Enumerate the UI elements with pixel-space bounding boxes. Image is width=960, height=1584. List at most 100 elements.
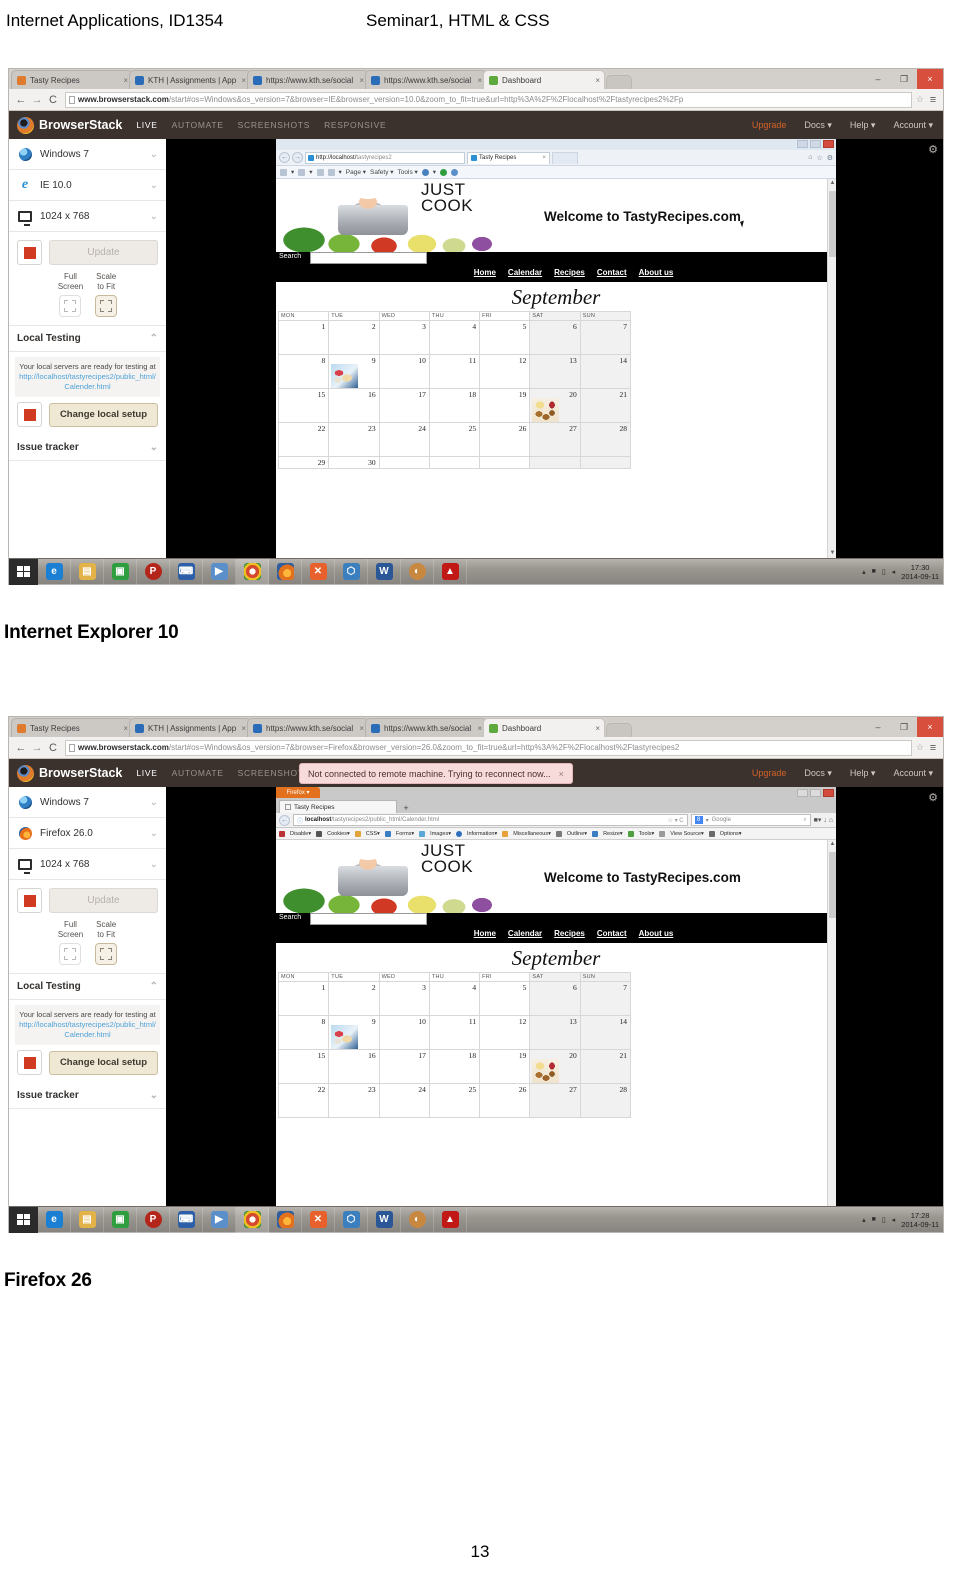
calendar-day[interactable]: 13 [529, 1015, 581, 1050]
calendar-day[interactable]: 27 [529, 422, 581, 457]
calendar-day[interactable]: 17 [378, 1049, 430, 1084]
devbar-images[interactable]: Images▾ [430, 831, 451, 837]
account-menu[interactable]: Account ▾ [893, 768, 933, 779]
devbar-css[interactable]: CSS▾ [366, 831, 380, 837]
nav-link-calendar[interactable]: Calendar [508, 929, 542, 938]
calendar-day-with-recipe[interactable]: 20 [529, 388, 581, 423]
taskbar-item-media-player[interactable]: ▶ [203, 558, 236, 585]
taskbar-item-remote-desktop[interactable]: ⌨ [170, 558, 203, 585]
tab-close-icon[interactable]: × [477, 76, 482, 85]
calendar-day[interactable]: 23 [328, 422, 380, 457]
scale-to-fit-control[interactable]: Scale to Fit [95, 272, 118, 317]
ie-safety-menu[interactable]: Safety ▾ [370, 168, 394, 176]
calendar-day[interactable]: 1 [277, 320, 330, 355]
nav-link-recipes[interactable]: Recipes [554, 929, 585, 938]
volume-icon[interactable]: ◂ [892, 1216, 896, 1224]
help-menu[interactable]: Help ▾ [850, 768, 876, 779]
sidebar-browser-selector[interactable]: Firefox 26.0 ⌄ [9, 818, 166, 849]
calendar-day[interactable]: 8 [277, 354, 330, 389]
devbar-disable[interactable]: Disable▾ [290, 831, 311, 837]
devbar-view-source[interactable]: View Source▾ [670, 831, 704, 837]
calendar-day[interactable]: 10 [378, 354, 430, 389]
calendar-day[interactable]: 19 [479, 1049, 531, 1084]
docs-menu[interactable]: Docs ▾ [804, 768, 832, 779]
calendar-day[interactable]: 8 [277, 1015, 330, 1050]
calendar-day[interactable]: 18 [428, 388, 481, 423]
toast-close-icon[interactable]: × [559, 769, 564, 779]
address-bar[interactable]: www.browserstack.com/start#os=Windows&os… [65, 739, 912, 756]
local-testing-section-header[interactable]: Local Testing ⌃ [9, 326, 166, 352]
ie-settings-gear-icon[interactable]: ⚙ [827, 154, 833, 162]
calendar-day[interactable]: 14 [579, 1015, 632, 1050]
remote-screen-firefox[interactable]: Firefox ▾ Tasty Recipes + ← ⓘ localhost … [276, 787, 836, 1206]
calendar-day[interactable]: 7 [579, 981, 632, 1016]
calendar-day-with-recipe[interactable]: 9 [328, 354, 380, 389]
devbar-resize[interactable]: Resize▾ [603, 831, 623, 837]
taskbar-item-internet-explorer[interactable]: e [38, 558, 71, 585]
sidebar-resolution-selector[interactable]: 1024 x 768 ⌄ [9, 201, 166, 232]
local-server-link[interactable]: http://localhost/tastyrecipes2/public_ht… [19, 372, 156, 391]
nav-link-home[interactable]: Home [474, 268, 496, 277]
taskbar-item-powerpoint[interactable]: P [137, 1206, 170, 1233]
stop-local-button[interactable] [17, 402, 42, 428]
bookmarks-sidebar-icon[interactable]: ■▾ [814, 817, 822, 824]
upgrade-link[interactable]: Upgrade [752, 768, 787, 778]
devbar-tools[interactable]: Tools▾ [639, 831, 655, 837]
local-server-link[interactable]: http://localhost/tastyrecipes2/public_ht… [19, 1020, 156, 1039]
calendar-day[interactable]: 22 [277, 1083, 330, 1118]
reload-button[interactable]: C [45, 742, 61, 754]
taskbar-item-paint[interactable]: ◐ [401, 1206, 434, 1233]
browser-tab[interactable]: https://www.kth.se/social × [365, 70, 487, 89]
taskbar-item-firefox[interactable] [269, 1206, 302, 1233]
home-icon[interactable]: ⌂ [829, 817, 833, 824]
browser-tab-active[interactable]: Dashboard × [483, 718, 605, 737]
taskbar-item-word[interactable]: W [368, 558, 401, 585]
network-icon[interactable]: ■ [872, 568, 876, 575]
scroll-down-icon[interactable]: ▼ [828, 549, 836, 558]
taskbar-item-remote-desktop[interactable]: ⌨ [170, 1206, 203, 1233]
ie-new-tab-button[interactable] [551, 151, 578, 164]
ie-readmail-icon[interactable] [298, 168, 306, 176]
sidebar-os-selector[interactable]: Windows 7 ⌄ [9, 787, 166, 818]
ie-page-menu[interactable]: Page ▾ [346, 168, 366, 176]
ie-tab-close-icon[interactable]: × [542, 155, 546, 161]
devbar-cookies[interactable]: Cookies▾ [327, 831, 350, 837]
firefox-maximize-button[interactable] [810, 789, 821, 797]
taskbar-item-xampp[interactable]: ✕ [302, 1206, 335, 1233]
scale-to-fit-button[interactable] [95, 943, 118, 965]
change-local-setup-button[interactable]: Change local setup [49, 402, 158, 427]
devbar-outline[interactable]: Outline▾ [567, 831, 587, 837]
firefox-back-icon[interactable]: ← [279, 814, 290, 826]
taskbar-item-virtualbox[interactable]: ⬡ [335, 1206, 368, 1233]
search-input[interactable] [310, 913, 427, 925]
firefox-close-button[interactable] [823, 789, 834, 797]
firefox-new-tab-button[interactable]: + [397, 803, 415, 813]
nav-link-about[interactable]: About us [639, 929, 674, 938]
taskbar-item-file-explorer[interactable]: ▤ [71, 1206, 104, 1233]
volume-icon[interactable]: ◂ [892, 568, 896, 576]
calendar-day[interactable]: 14 [579, 354, 632, 389]
devbar-miscellaneous[interactable]: Miscellaneous▾ [513, 831, 551, 837]
sidebar-resolution-selector[interactable]: 1024 x 768 ⌄ [9, 849, 166, 880]
ie-maximize-button[interactable] [810, 140, 821, 148]
stop-session-button[interactable] [17, 240, 42, 265]
full-screen-control[interactable]: Full Screen [58, 272, 83, 317]
tray-expand-icon[interactable]: ▴ [862, 568, 866, 576]
favorites-star-icon[interactable]: ☆ [816, 154, 822, 162]
calendar-day-with-recipe[interactable]: 9 [328, 1015, 380, 1050]
tab-close-icon[interactable]: × [477, 724, 482, 733]
calendar-day-with-recipe[interactable]: 20 [529, 1049, 581, 1084]
ie-addon1-icon[interactable] [440, 168, 448, 176]
tray-expand-icon[interactable]: ▴ [862, 1216, 866, 1224]
calendar-day[interactable]: 21 [579, 1049, 632, 1084]
calendar-day[interactable]: 28 [579, 422, 632, 457]
scrollbar-thumb[interactable] [829, 191, 836, 257]
calendar-day[interactable] [579, 456, 632, 469]
calendar-day[interactable]: 15 [277, 388, 330, 423]
taskbar-clock[interactable]: 17:30 2014-09-11 [901, 563, 939, 581]
calendar-day[interactable]: 18 [428, 1049, 481, 1084]
tab-close-icon[interactable]: × [595, 724, 600, 733]
calendar-day[interactable]: 25 [428, 1083, 481, 1118]
calendar-day[interactable]: 26 [479, 422, 531, 457]
browser-tab[interactable]: https://www.kth.se/social × [247, 70, 369, 89]
